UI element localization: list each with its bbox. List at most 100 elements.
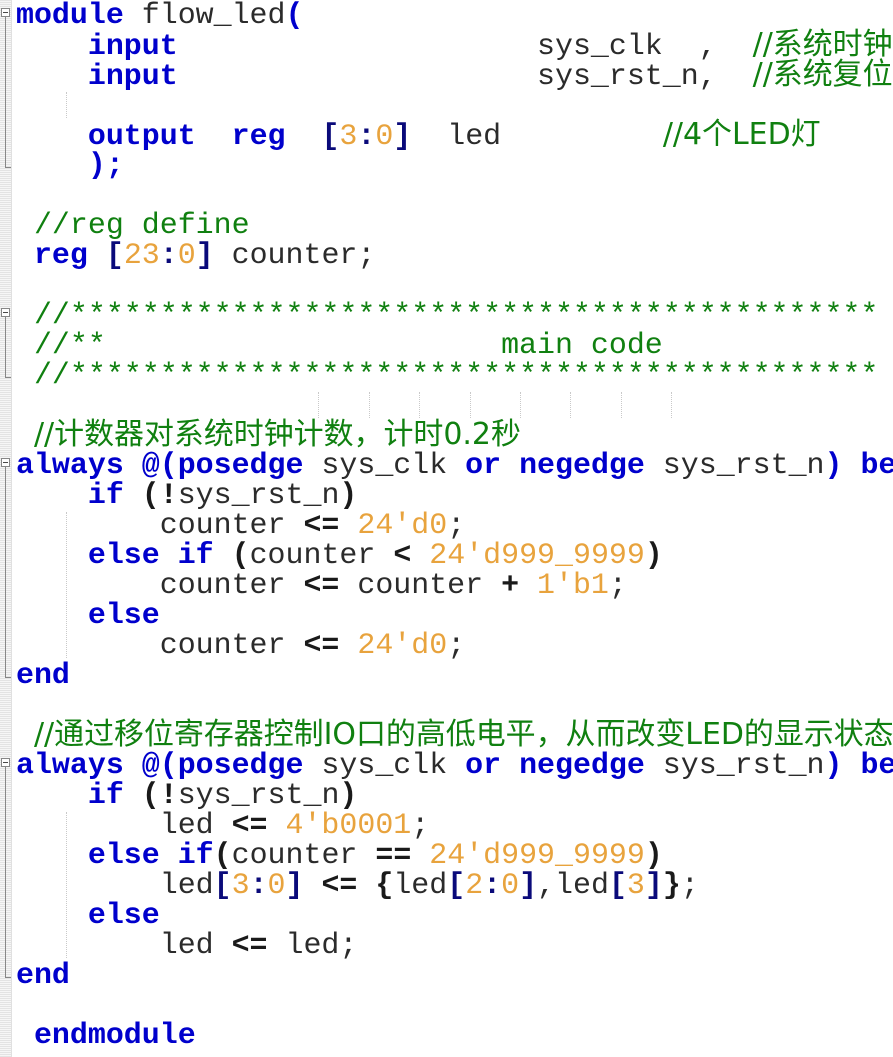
code-token: : — [483, 868, 502, 902]
code-line[interactable]: else if (counter < 24'd999_9999) — [16, 540, 893, 570]
code-token: : — [357, 119, 376, 153]
code-line[interactable] — [16, 270, 893, 300]
code-token: else — [87, 538, 160, 572]
code-line[interactable] — [16, 690, 893, 720]
code-token: counter — [16, 568, 304, 602]
code-editor[interactable]: module flow_led( input sys_clk , //系统时钟 … — [0, 0, 893, 1057]
code-token: input — [87, 59, 178, 93]
code-token: //4个LED灯 — [662, 117, 821, 152]
code-line[interactable]: counter <= 24'd0; — [16, 630, 893, 660]
code-token: led — [393, 868, 448, 902]
code-content[interactable]: module flow_led( input sys_clk , //系统时钟 … — [16, 0, 893, 1050]
code-token: ) — [644, 838, 663, 872]
code-token: [ — [608, 868, 627, 902]
code-token: [ — [447, 868, 466, 902]
code-line[interactable]: if (!sys_rst_n) — [16, 780, 893, 810]
code-line[interactable]: input sys_clk , //系统时钟 — [16, 29, 893, 63]
code-line[interactable]: led <= led; — [16, 930, 893, 960]
code-line[interactable]: reg [23:0] counter; — [16, 240, 893, 270]
code-token: 24'd0 — [357, 508, 448, 542]
code-token: if — [177, 838, 214, 872]
fold-gutter[interactable] — [0, 0, 12, 1057]
code-token: led — [16, 928, 232, 962]
code-line[interactable]: led[3:0] <= {led[2:0],led[3]}; — [16, 870, 893, 900]
code-line[interactable] — [16, 990, 893, 1020]
code-line[interactable]: else — [16, 600, 893, 630]
code-line[interactable]: end — [16, 960, 893, 990]
code-token: (! — [141, 478, 178, 512]
fold-toggle-icon[interactable] — [1, 758, 10, 767]
code-token: <= — [303, 568, 340, 602]
code-token: <= — [231, 808, 268, 842]
code-token: } — [662, 868, 681, 902]
code-token: //系统复位，低电平有效 — [752, 57, 893, 92]
code-token: sys_clk , — [537, 29, 753, 63]
code-token: <= — [303, 508, 340, 542]
fold-toggle-icon[interactable] — [1, 458, 10, 467]
code-line[interactable]: always @(posedge sys_clk or negedge sys_… — [16, 750, 893, 780]
code-line[interactable]: //reg define — [16, 210, 893, 240]
code-line[interactable]: endmodule — [16, 1020, 893, 1050]
code-line[interactable]: input sys_rst_n, //系统复位，低电平有效 — [16, 57, 893, 93]
code-line[interactable]: if (!sys_rst_n) — [16, 480, 893, 510]
code-token: { — [375, 868, 394, 902]
code-token: module — [16, 0, 124, 32]
code-token: 24'd999_9999 — [429, 838, 645, 872]
code-token: flow_led — [141, 0, 286, 32]
code-token: or — [465, 748, 502, 782]
code-line[interactable]: else — [16, 900, 893, 930]
code-token: [ — [105, 238, 124, 272]
code-token: counter — [16, 628, 304, 662]
code-token: [ — [321, 119, 340, 153]
code-token: //计数器对系统时钟计数，计时0.2秒 — [33, 417, 521, 452]
code-line[interactable]: end — [16, 660, 893, 690]
code-token: if — [87, 478, 124, 512]
code-token: begin — [860, 748, 893, 782]
code-token: else — [87, 838, 160, 872]
code-line[interactable]: counter <= counter + 1'b1; — [16, 570, 893, 600]
code-token: sys_clk — [303, 748, 466, 782]
fold-toggle-icon[interactable] — [1, 308, 10, 317]
code-token: ; — [680, 868, 699, 902]
code-line[interactable]: //**************************************… — [16, 300, 893, 330]
code-token: 3 — [626, 868, 645, 902]
code-line[interactable]: counter <= 24'd0; — [16, 510, 893, 540]
code-line[interactable]: output reg [3:0] led //4个LED灯 — [16, 117, 893, 153]
code-line[interactable] — [16, 90, 893, 120]
fold-range-line — [5, 767, 11, 978]
code-line[interactable]: always @(posedge sys_clk or negedge sys_… — [16, 450, 893, 480]
code-token: 0 — [177, 238, 196, 272]
code-line[interactable]: else if(counter == 24'd999_9999) — [16, 840, 893, 870]
code-token: negedge — [519, 448, 645, 482]
code-line[interactable]: ); — [16, 150, 893, 180]
code-token: <= — [303, 628, 340, 662]
code-line[interactable]: //通过移位寄存器控制IO口的高低电平，从而改变LED的显示状态 — [16, 720, 893, 750]
code-token: + — [501, 568, 520, 602]
code-line[interactable]: module flow_led( — [16, 0, 893, 30]
code-line[interactable] — [16, 180, 893, 210]
code-token: reg — [231, 119, 286, 153]
code-line[interactable]: //计数器对系统时钟计数，计时0.2秒 — [16, 420, 893, 450]
code-line[interactable]: led <= 4'b0001; — [16, 810, 893, 840]
code-token: else — [87, 598, 160, 632]
code-line[interactable] — [16, 390, 893, 420]
code-token: <= — [231, 928, 268, 962]
fold-range-line — [5, 467, 11, 678]
code-token: sys_rst_n — [177, 778, 340, 812]
fold-toggle-icon[interactable] — [1, 8, 10, 17]
code-line[interactable]: //** main code — [16, 330, 893, 360]
code-token: end — [16, 658, 70, 692]
code-line[interactable]: //**************************************… — [16, 360, 893, 390]
